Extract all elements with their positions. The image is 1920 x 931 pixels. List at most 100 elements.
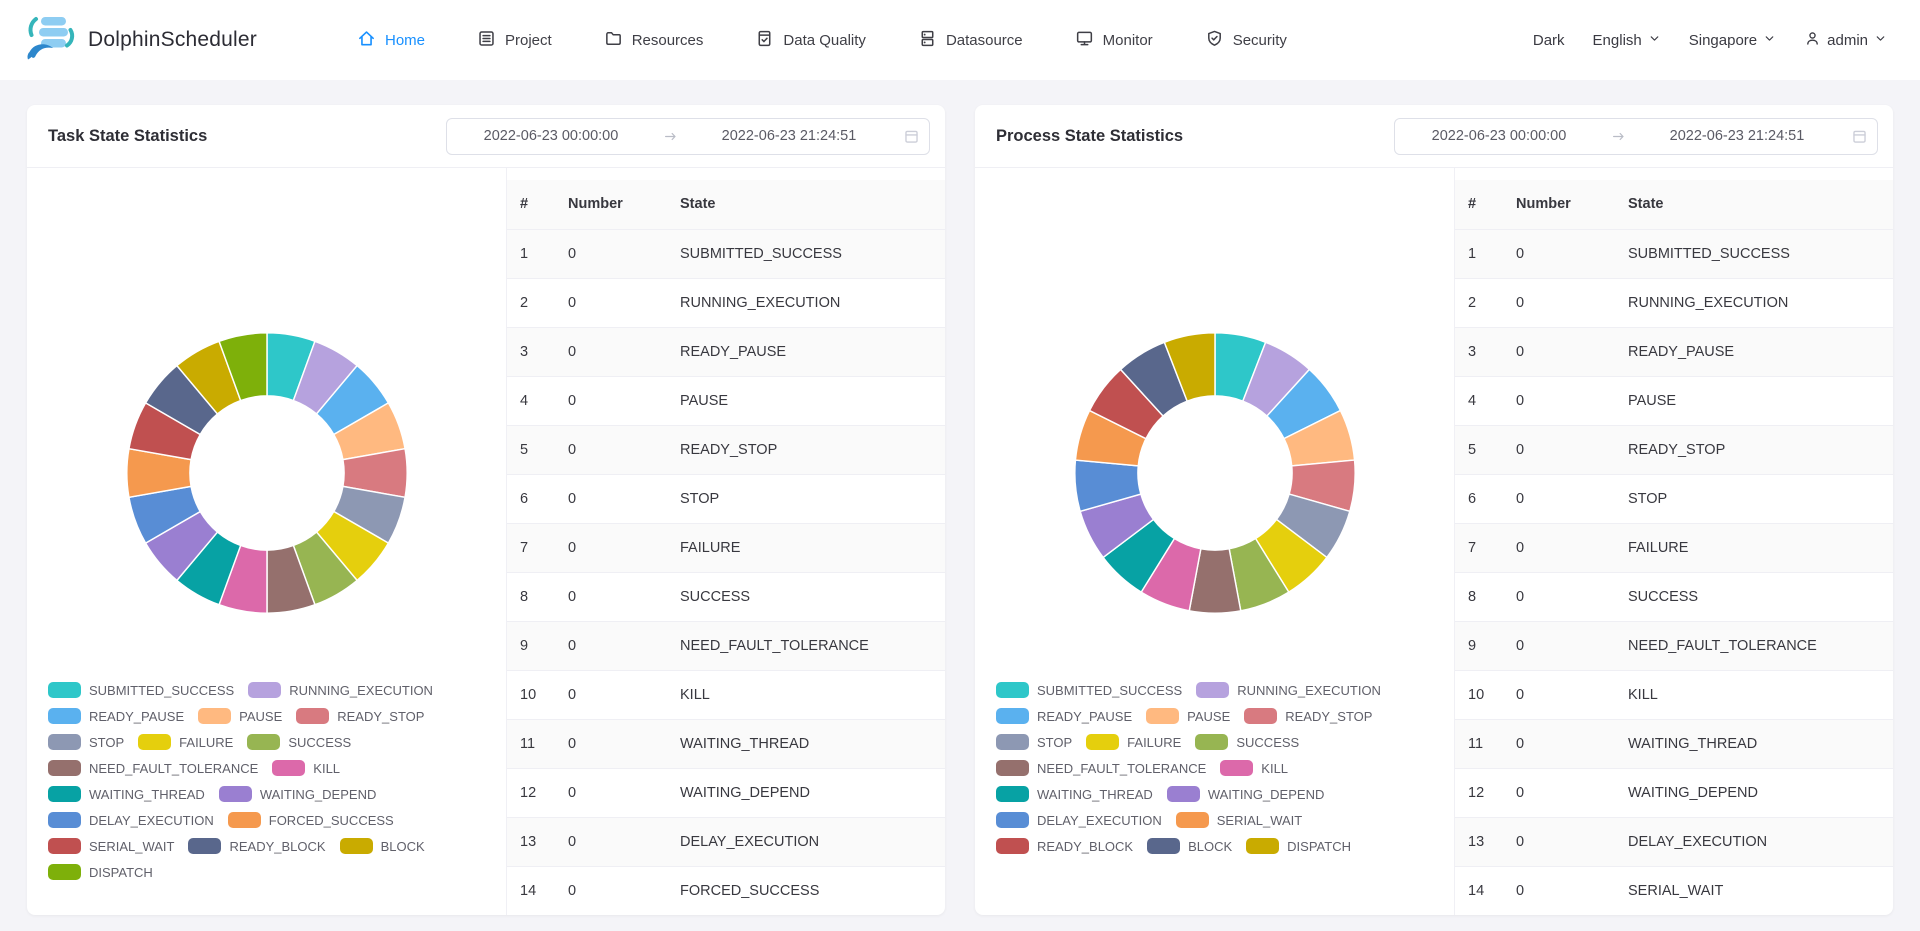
cell-number: 0 [555, 719, 667, 768]
task-donut-chart [122, 328, 412, 618]
calendar-icon[interactable] [1841, 128, 1877, 145]
calendar-icon[interactable] [893, 128, 929, 145]
legend-item[interactable]: READY_STOP [296, 708, 424, 724]
nav-item-home[interactable]: Home [331, 0, 451, 80]
table-row: 3 0 READY_PAUSE [1455, 327, 1893, 376]
legend-color-swatch [996, 682, 1029, 698]
legend-label: SERIAL_WAIT [89, 839, 174, 854]
legend-color-swatch [48, 734, 81, 750]
nav-item-security[interactable]: Security [1179, 0, 1313, 80]
legend-label: FAILURE [179, 735, 233, 750]
nav-item-project[interactable]: Project [451, 0, 578, 80]
nav-item-datasource[interactable]: Datasource [892, 0, 1049, 80]
user-menu[interactable]: admin [1797, 30, 1894, 51]
legend-item[interactable]: READY_BLOCK [188, 838, 325, 854]
legend-item[interactable]: WAITING_THREAD [48, 786, 205, 802]
column-header-index: # [507, 180, 555, 229]
legend-item[interactable]: WAITING_DEPEND [219, 786, 377, 802]
date-start-input[interactable]: 2022-06-23 00:00:00 [1395, 128, 1603, 144]
brand[interactable]: DolphinScheduler [26, 12, 257, 69]
cell-state: WAITING_DEPEND [667, 768, 945, 817]
legend-label: SUBMITTED_SUCCESS [89, 683, 234, 698]
cell-state: PAUSE [1615, 376, 1893, 425]
legend-item[interactable]: READY_BLOCK [996, 838, 1133, 854]
date-end-input[interactable]: 2022-06-23 21:24:51 [685, 128, 893, 144]
cell-number: 0 [555, 866, 667, 915]
legend-item[interactable]: BLOCK [340, 838, 425, 854]
nav-item-data-quality[interactable]: Data Quality [729, 0, 892, 80]
table-row: 11 0 WAITING_THREAD [507, 719, 945, 768]
cell-number: 0 [555, 768, 667, 817]
cell-index: 5 [507, 425, 555, 474]
table-row: 13 0 DELAY_EXECUTION [1455, 817, 1893, 866]
legend-item[interactable]: DELAY_EXECUTION [48, 812, 214, 828]
legend-item[interactable]: FAILURE [1086, 734, 1181, 750]
cell-number: 0 [1503, 278, 1615, 327]
legend-item[interactable]: KILL [272, 760, 340, 776]
nav-label: Resources [632, 32, 704, 49]
cell-number: 0 [555, 572, 667, 621]
legend-item[interactable]: READY_PAUSE [48, 708, 184, 724]
nav-item-resources[interactable]: Resources [578, 0, 730, 80]
datasource-icon [918, 29, 937, 52]
legend-item[interactable]: RUNNING_EXECUTION [1196, 682, 1381, 698]
legend-item[interactable]: PAUSE [1146, 708, 1230, 724]
legend-item[interactable]: FAILURE [138, 734, 233, 750]
legend-item[interactable]: NEED_FAULT_TOLERANCE [48, 760, 258, 776]
legend-item[interactable]: SUBMITTED_SUCCESS [48, 682, 234, 698]
cell-state: STOP [667, 474, 945, 523]
legend-color-swatch [272, 760, 305, 776]
task-card-header: Task State Statistics 2022-06-23 00:00:0… [27, 105, 945, 168]
table-row: 5 0 READY_STOP [507, 425, 945, 474]
cell-number: 0 [1503, 621, 1615, 670]
cell-number: 0 [555, 425, 667, 474]
date-range-picker[interactable]: 2022-06-23 00:00:00 2022-06-23 21:24:51 [446, 118, 930, 155]
table-header-row: # Number State [507, 180, 945, 229]
cell-state: READY_PAUSE [1615, 327, 1893, 376]
legend-item[interactable]: WAITING_THREAD [996, 786, 1153, 802]
task-chart-area: SUBMITTED_SUCCESS RUNNING_EXECUTION READ… [27, 168, 506, 915]
date-end-input[interactable]: 2022-06-23 21:24:51 [1633, 128, 1841, 144]
nav-item-monitor[interactable]: Monitor [1049, 0, 1179, 80]
legend-item[interactable]: STOP [996, 734, 1072, 750]
legend-item[interactable]: DISPATCH [48, 864, 153, 880]
process-state-table: # Number State 1 0 SUBMITTED_SUCCESS [1455, 180, 1893, 915]
table-row: 12 0 WAITING_DEPEND [1455, 768, 1893, 817]
cell-state: RUNNING_EXECUTION [1615, 278, 1893, 327]
legend-item[interactable]: NEED_FAULT_TOLERANCE [996, 760, 1206, 776]
legend-item[interactable]: READY_STOP [1244, 708, 1372, 724]
legend-item[interactable]: SUBMITTED_SUCCESS [996, 682, 1182, 698]
legend-item[interactable]: SERIAL_WAIT [1176, 812, 1302, 828]
nav-label: Data Quality [783, 32, 866, 49]
cell-state: FORCED_SUCCESS [667, 866, 945, 915]
legend-item[interactable]: BLOCK [1147, 838, 1232, 854]
cell-state: KILL [667, 670, 945, 719]
legend-item[interactable]: PAUSE [198, 708, 282, 724]
cell-state: KILL [1615, 670, 1893, 719]
legend-item[interactable]: STOP [48, 734, 124, 750]
cell-index: 7 [507, 523, 555, 572]
process-chart-area: SUBMITTED_SUCCESS RUNNING_EXECUTION READ… [975, 168, 1454, 915]
theme-toggle[interactable]: Dark [1526, 32, 1572, 49]
legend-item[interactable]: RUNNING_EXECUTION [248, 682, 433, 698]
legend-item[interactable]: SUCCESS [1195, 734, 1299, 750]
legend-item[interactable]: DISPATCH [1246, 838, 1351, 854]
timezone-select[interactable]: Singapore [1682, 32, 1783, 49]
process-card-header: Process State Statistics 2022-06-23 00:0… [975, 105, 1893, 168]
legend-item[interactable]: KILL [1220, 760, 1288, 776]
cell-number: 0 [1503, 376, 1615, 425]
date-range-picker[interactable]: 2022-06-23 00:00:00 2022-06-23 21:24:51 [1394, 118, 1878, 155]
column-header-index: # [1455, 180, 1503, 229]
date-start-input[interactable]: 2022-06-23 00:00:00 [447, 128, 655, 144]
legend-item[interactable]: SERIAL_WAIT [48, 838, 174, 854]
language-select[interactable]: English [1586, 32, 1668, 49]
legend-item[interactable]: SUCCESS [247, 734, 351, 750]
cell-number: 0 [1503, 719, 1615, 768]
task-state-table: # Number State 1 0 SUBMITTED_SUCCESS [507, 180, 945, 915]
legend-item[interactable]: DELAY_EXECUTION [996, 812, 1162, 828]
cell-state: PAUSE [667, 376, 945, 425]
legend-label: READY_STOP [1285, 709, 1372, 724]
legend-item[interactable]: READY_PAUSE [996, 708, 1132, 724]
legend-item[interactable]: FORCED_SUCCESS [228, 812, 394, 828]
legend-item[interactable]: WAITING_DEPEND [1167, 786, 1325, 802]
